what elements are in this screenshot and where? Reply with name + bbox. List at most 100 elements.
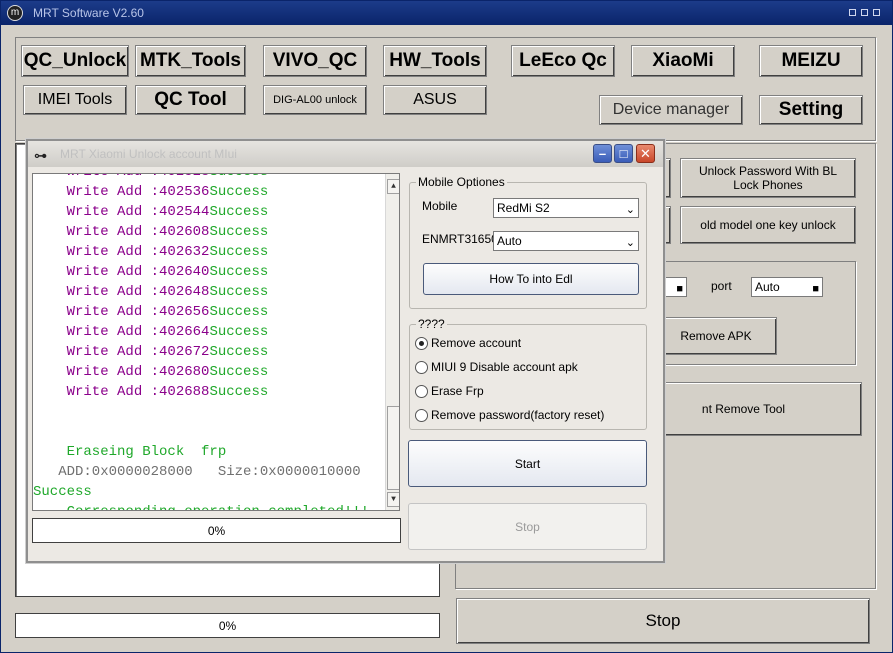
log-write-line: Write Add :402672Success <box>33 342 269 362</box>
dialog-title-bar[interactable]: ⊶ MRT Xiaomi Unlock account MIui – □ ✕ <box>28 141 663 167</box>
log-write-address: Write Add :402632 <box>33 244 210 260</box>
dialog-minimize-icon[interactable]: – <box>593 144 612 163</box>
dropdown-arrow-icon: ■ <box>676 283 683 295</box>
log-write-line: Write Add :402648Success <box>33 282 269 302</box>
log-success-line: Success <box>33 484 92 500</box>
log-write-line: Write Add :402640Success <box>33 262 269 282</box>
qc-tool-button[interactable]: QC Tool <box>135 85 246 115</box>
app-logo-icon: m <box>7 5 23 21</box>
setting-button[interactable]: Setting <box>759 95 863 125</box>
scroll-down-icon[interactable]: ▼ <box>387 492 399 507</box>
log-write-address: Write Add :402672 <box>33 344 210 360</box>
dropdown-arrow-icon: ■ <box>812 283 819 295</box>
dialog-title: MRT Xiaomi Unlock account MIui <box>60 147 237 161</box>
log-write-status: Success <box>209 224 269 240</box>
vivo-qc-button[interactable]: VIVO_QC <box>263 45 367 77</box>
scroll-up-icon[interactable]: ▲ <box>387 179 399 194</box>
log-write-status: Success <box>209 284 269 300</box>
option-label: Erase Frp <box>431 384 484 398</box>
device-manager-button[interactable]: Device manager <box>599 95 743 125</box>
log-write-line: Write Add :402656Success <box>33 302 269 322</box>
port-combo[interactable]: Auto ■ <box>751 277 823 297</box>
dig-al00-unlock-button[interactable]: DIG-AL00 unlock <box>263 85 367 115</box>
log-completed-line: Corresponding operation completed!!! <box>33 502 369 510</box>
dialog-maximize-icon[interactable]: □ <box>614 144 633 163</box>
stop-button[interactable]: Stop <box>408 503 647 550</box>
option-radio-row[interactable]: Remove password(factory reset) <box>415 407 604 423</box>
xiaomi-button[interactable]: XiaoMi <box>631 45 735 77</box>
meizu-button[interactable]: MEIZU <box>759 45 863 77</box>
log-write-address: Write Add :402544 <box>33 204 210 220</box>
main-stop-button[interactable]: Stop <box>456 598 870 644</box>
remove-apk-button[interactable]: Remove APK <box>655 317 777 355</box>
log-write-status: Success <box>209 174 268 180</box>
radio-button-icon[interactable] <box>415 384 428 398</box>
option-radio-row[interactable]: MIUI 9 Disable account apk <box>415 359 578 375</box>
log-write-address: Write Add :402528 <box>33 174 210 180</box>
start-button[interactable]: Start <box>408 440 647 487</box>
option-label: MIUI 9 Disable account apk <box>431 360 578 374</box>
main-title-bar[interactable]: m MRT Software V2.60 <box>1 1 892 25</box>
option-label: Remove account <box>431 336 522 350</box>
mtk-tools-button[interactable]: MTK_Tools <box>135 45 246 77</box>
log-write-line: Write Add :402536Success <box>33 182 269 202</box>
option-radio-row[interactable]: Remove account <box>415 335 521 351</box>
port-label: port <box>711 279 732 293</box>
log-erasing-line: Eraseing Block frp <box>33 444 227 460</box>
log-write-address: Write Add :402648 <box>33 284 210 300</box>
imei-tools-button[interactable]: IMEI Tools <box>23 85 127 115</box>
log-write-status: Success <box>209 264 269 280</box>
old-model-unlock-button[interactable]: old model one key unlock <box>680 206 856 244</box>
qc-unlock-button[interactable]: QC_Unlock <box>21 45 129 77</box>
log-write-address: Write Add :402640 <box>33 264 210 280</box>
maximize-icon[interactable] <box>861 9 868 16</box>
hw-tools-button[interactable]: HW_Tools <box>383 45 487 77</box>
log-write-status: Success <box>209 304 269 320</box>
dialog-close-icon[interactable]: ✕ <box>636 144 655 163</box>
log-write-address: Write Add :402680 <box>33 364 210 380</box>
scroll-thumb[interactable] <box>387 406 399 490</box>
operation-options-label: ???? <box>416 317 447 331</box>
leeco-qc-button[interactable]: LeEco Qc <box>511 45 615 77</box>
option-radio-row[interactable]: Erase Frp <box>415 383 484 399</box>
log-write-address: Write Add :402536 <box>33 184 210 200</box>
log-write-address: Write Add :402688 <box>33 384 210 400</box>
chevron-down-icon: ⌄ <box>625 237 635 249</box>
radio-button-icon[interactable] <box>415 336 428 350</box>
log-write-address: Write Add :402664 <box>33 324 210 340</box>
port-value: Auto <box>755 280 780 294</box>
chevron-down-icon: ⌄ <box>625 204 635 216</box>
log-write-line: Write Add :402528Success <box>33 174 269 182</box>
log-write-address: Write Add :402656 <box>33 304 210 320</box>
log-write-status: Success <box>209 244 269 260</box>
mobile-options-label: Mobile Optiones <box>416 175 507 189</box>
enmrt-select[interactable]: Auto ⌄ <box>493 231 639 251</box>
minimize-icon[interactable] <box>849 9 856 16</box>
unlock-password-bl-button[interactable]: Unlock Password With BL Lock Phones <box>680 158 856 198</box>
log-write-line: Write Add :402632Success <box>33 242 269 262</box>
radio-button-icon[interactable] <box>415 360 428 374</box>
main-progress-bar: 0% <box>15 613 440 638</box>
key-icon: ⊶ <box>34 148 47 163</box>
mobile-value: RedMi S2 <box>497 201 550 215</box>
enmrt-label: ENMRT31650 <box>422 232 498 246</box>
log-write-status: Success <box>209 204 269 220</box>
asus-button[interactable]: ASUS <box>383 85 487 115</box>
log-write-status: Success <box>209 364 269 380</box>
log-write-status: Success <box>209 384 269 400</box>
radio-button-icon[interactable] <box>415 408 428 422</box>
log-write-line: Write Add :402688Success <box>33 382 269 402</box>
window-title: MRT Software V2.60 <box>33 6 144 20</box>
close-icon[interactable] <box>873 9 880 16</box>
mobile-select[interactable]: RedMi S2 ⌄ <box>493 198 639 218</box>
dialog-log-area: Write Add :402528Success Write Add :4025… <box>32 173 400 511</box>
log-address-size-line: ADD:0x0000028000 Size:0x0000010000 <box>33 464 361 480</box>
log-write-status: Success <box>209 344 269 360</box>
dialog-progress-bar: 0% <box>32 518 401 543</box>
log-scrollbar[interactable]: ▲ ▼ <box>385 174 399 510</box>
log-write-line: Write Add :402680Success <box>33 362 269 382</box>
log-write-status: Success <box>209 324 269 340</box>
how-to-edl-button[interactable]: How To into Edl <box>423 263 639 295</box>
log-write-address: Write Add :402608 <box>33 224 210 240</box>
log-write-line: Write Add :402664Success <box>33 322 269 342</box>
